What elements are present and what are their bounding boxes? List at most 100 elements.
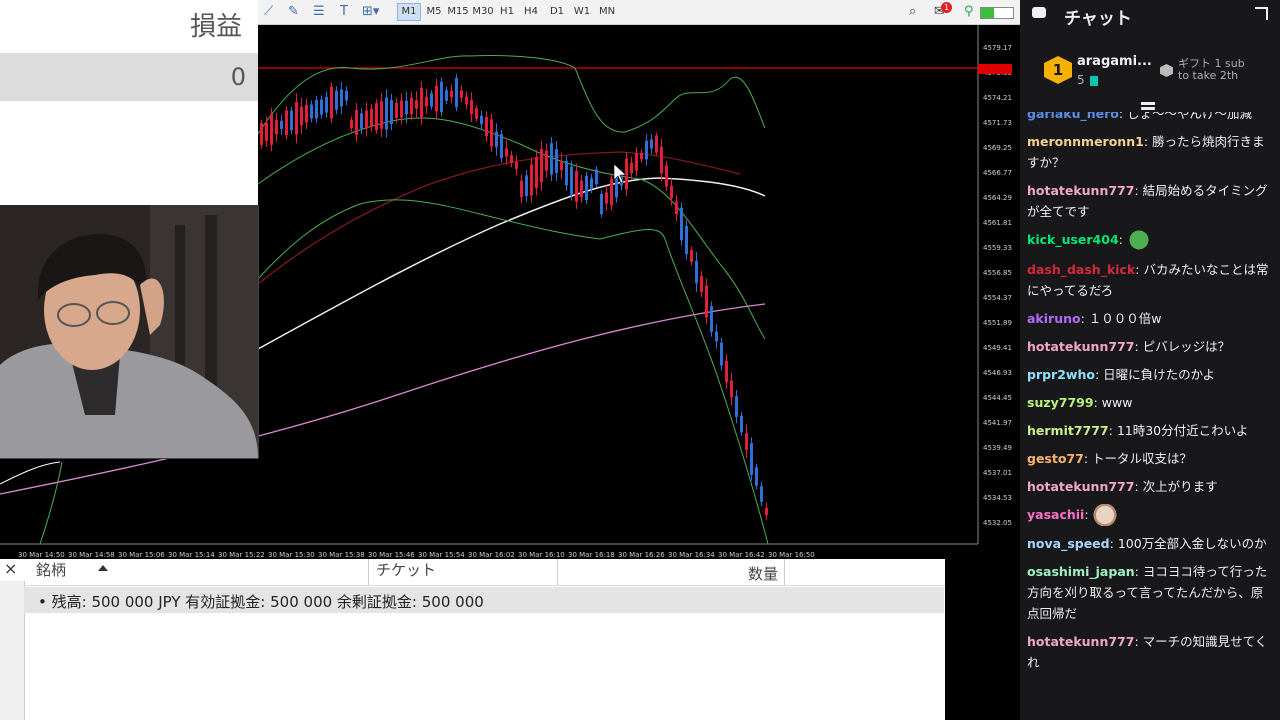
chat-text: トータル収支は？ [1092,450,1193,466]
chat-username[interactable]: hotatekunn777 [1027,339,1134,354]
candle-body [640,152,643,160]
chat-message: meronnmeronn1: 勝ったら焼肉行きますか？ [1020,128,1280,177]
column-symbol[interactable]: 銘柄 [36,559,66,580]
chat-message: gariaku_hero: しょ～～やんけ～加減 [1020,112,1280,128]
popout-icon[interactable] [1255,7,1268,20]
timeframe-m5[interactable]: M5 [423,4,445,20]
close-icon[interactable]: × [4,559,17,578]
chat-username[interactable]: meronnmeronn1 [1027,134,1144,149]
chat-username[interactable]: hermit7777 [1027,423,1109,438]
price-tick-label: 4532.05 [983,519,1012,527]
time-tick-label: 30 Mar 16:10 [518,551,565,559]
trading-platform: 4579.174576.694574.214571.734569.254566.… [0,0,1020,720]
balance-row: • 残高: 500 000 JPY 有効証拠金: 500 000 余剰証拠金: … [24,587,944,613]
candle-body [505,148,508,157]
time-tick-label: 30 Mar 14:58 [68,551,115,559]
time-tick-label: 30 Mar 15:54 [418,551,465,559]
candle-body [320,99,323,115]
chat-username[interactable]: dash_dash_kick [1027,262,1135,277]
pencil-icon[interactable]: ✎ [288,4,299,20]
price-tick-label: 4554.37 [983,294,1012,302]
text-tool-icon[interactable]: T [340,4,348,20]
timeframe-mn[interactable]: MN [597,4,617,20]
gift-leaderboard[interactable]: 1 aragami... 5 ギフト 1 sub to take 2th [1020,46,1280,96]
candle-body [740,415,743,433]
chat-message: hotatekunn777: 結局始めるタイミングが全てです [1020,177,1280,226]
chat-separator: : [1093,394,1102,410]
webcam-feed [0,205,259,459]
time-tick-label: 30 Mar 15:06 [118,551,165,559]
chat-username[interactable]: hotatekunn777 [1027,634,1134,649]
candle-body [270,114,273,145]
timeframe-m15[interactable]: M15 [447,4,469,20]
chat-message: kick_user404: [1020,226,1280,256]
chat-separator: : [1094,366,1104,382]
chat-username[interactable]: gariaku_hero [1027,112,1119,121]
candle-body [490,119,493,147]
candle-body [635,153,638,171]
candle-body [565,161,568,186]
chat-username[interactable]: hotatekunn777 [1027,183,1134,198]
price-tick-label: 4561.81 [983,219,1012,227]
column-volume[interactable]: 数量 [748,563,778,584]
timeframe-m30[interactable]: M30 [472,4,494,20]
connection-bar-icon [980,7,1014,19]
candle-body [500,134,503,158]
candle-body [455,77,458,108]
price-tick-label: 4537.01 [983,469,1012,477]
timeframe-h4[interactable]: H4 [522,4,540,20]
chat-separator: : [1134,564,1143,579]
candle-body [570,166,573,195]
chat-username[interactable]: yasachii [1027,507,1084,522]
chat-username[interactable]: prpr2who [1027,367,1095,382]
candle-body [350,119,353,129]
sort-asc-icon[interactable] [98,565,108,571]
chat-username[interactable]: akiruno [1027,311,1081,326]
candle-body [705,285,708,318]
current-price-marker [978,64,1012,74]
time-tick-label: 30 Mar 16:50 [768,551,815,559]
candle-body [380,101,383,129]
chat-bubble-icon [1032,7,1046,18]
candle-body [260,123,263,145]
timeframe-h1[interactable]: H1 [498,4,516,20]
shapes-icon[interactable]: ⊞▾ [362,4,379,20]
pl-row: 0 [0,53,258,101]
candle-body [485,116,488,137]
candle-body [295,102,298,135]
timeframe-d1[interactable]: D1 [548,4,566,20]
candle-body [550,143,553,175]
candle-body [415,100,418,109]
chat-message: osashimi_japan: ヨコヨコ待って行った方向を刈り取るって言ってたん… [1020,558,1280,628]
timeframe-m1[interactable]: M1 [397,3,421,21]
price-tick-label: 4579.17 [983,44,1012,52]
price-tick-label: 4566.77 [983,169,1012,177]
chat-username[interactable]: osashimi_japan [1027,564,1135,579]
column-ticket[interactable]: チケット [376,559,436,580]
trendline-icon[interactable]: ⟋ [264,4,273,20]
chat-text: しょ～～やんけ～加減 [1127,112,1253,121]
search-icon[interactable]: ⌕ [909,4,916,20]
candle-body [660,146,663,174]
candle-body [275,120,278,135]
terminal-header: 銘柄 チケット 数量 [24,559,945,586]
candle-body [685,225,688,255]
candle-body [575,170,578,202]
candle-body [730,380,733,398]
chat-username[interactable]: kick_user404 [1027,232,1119,247]
candle-body [445,90,448,101]
chat-separator: : [1134,338,1143,354]
timeframe-w1[interactable]: W1 [573,4,591,20]
rank-2-icon [1160,64,1173,77]
chat-username[interactable]: hotatekunn777 [1027,479,1134,494]
chat-username[interactable]: suzy7799 [1027,395,1094,410]
fibonacci-icon[interactable]: ☰ [313,4,325,20]
chat-username[interactable]: nova_speed [1027,536,1110,551]
pl-title: 損益 [189,12,242,42]
menu-icon[interactable] [1141,102,1155,105]
candle-body [310,104,313,119]
chat-username[interactable]: gesto77 [1027,451,1084,466]
candle-body [710,306,713,332]
candle-body [325,96,328,113]
price-tick-label: 4549.41 [983,344,1012,352]
